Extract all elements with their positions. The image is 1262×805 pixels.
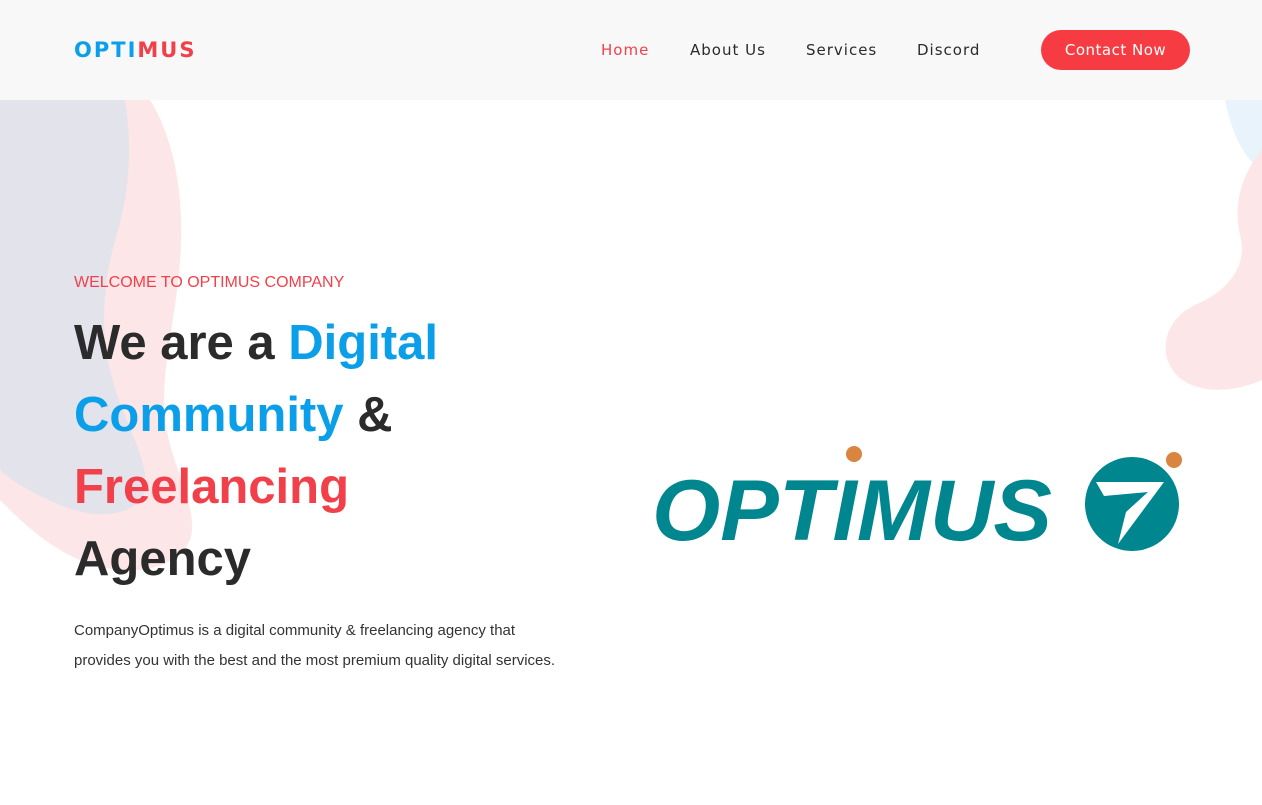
headline-highlight-freelancing: Freelancing bbox=[74, 460, 350, 514]
headline-text: Agency bbox=[74, 532, 252, 586]
headline-line-3: Freelancing bbox=[74, 457, 349, 517]
logo-emblem-icon bbox=[1085, 457, 1179, 551]
nav-home[interactable]: Home bbox=[601, 40, 649, 60]
logo-orange-dot-right bbox=[1166, 452, 1182, 468]
right-pink-blob bbox=[1165, 150, 1262, 390]
headline-highlight-digital: Digital bbox=[288, 316, 439, 370]
headline-line-4: Agency bbox=[74, 529, 251, 589]
brand-part-1: OPTI bbox=[74, 38, 138, 62]
headline-line-1: We are a Digital bbox=[74, 313, 438, 373]
headline-line-2: Community & bbox=[74, 385, 393, 445]
hero-eyebrow: WELCOME TO OPTIMUS COMPANY bbox=[74, 274, 345, 291]
hero-description: CompanyOptimus is a digital community & … bbox=[74, 622, 556, 669]
headline-text: We are a bbox=[74, 316, 289, 370]
headline-highlight-community: Community bbox=[74, 388, 344, 442]
headline-text: & bbox=[343, 388, 393, 442]
contact-now-button[interactable]: Contact Now bbox=[1041, 30, 1190, 70]
navbar: OPTIMUS Home About Us Services Discord C… bbox=[0, 0, 1262, 100]
nav-about-us[interactable]: About Us bbox=[690, 40, 766, 60]
brand-logo[interactable]: OPTIMUS bbox=[74, 37, 196, 63]
nav-discord[interactable]: Discord bbox=[917, 40, 980, 60]
logo-orange-dot-left bbox=[846, 446, 862, 462]
logo-wordmark: OPTIMUS bbox=[652, 463, 1052, 559]
brand-part-2: MUS bbox=[137, 38, 197, 62]
optimus-company-logo: OPTIMUS bbox=[652, 446, 1182, 559]
nav-services[interactable]: Services bbox=[806, 40, 877, 60]
